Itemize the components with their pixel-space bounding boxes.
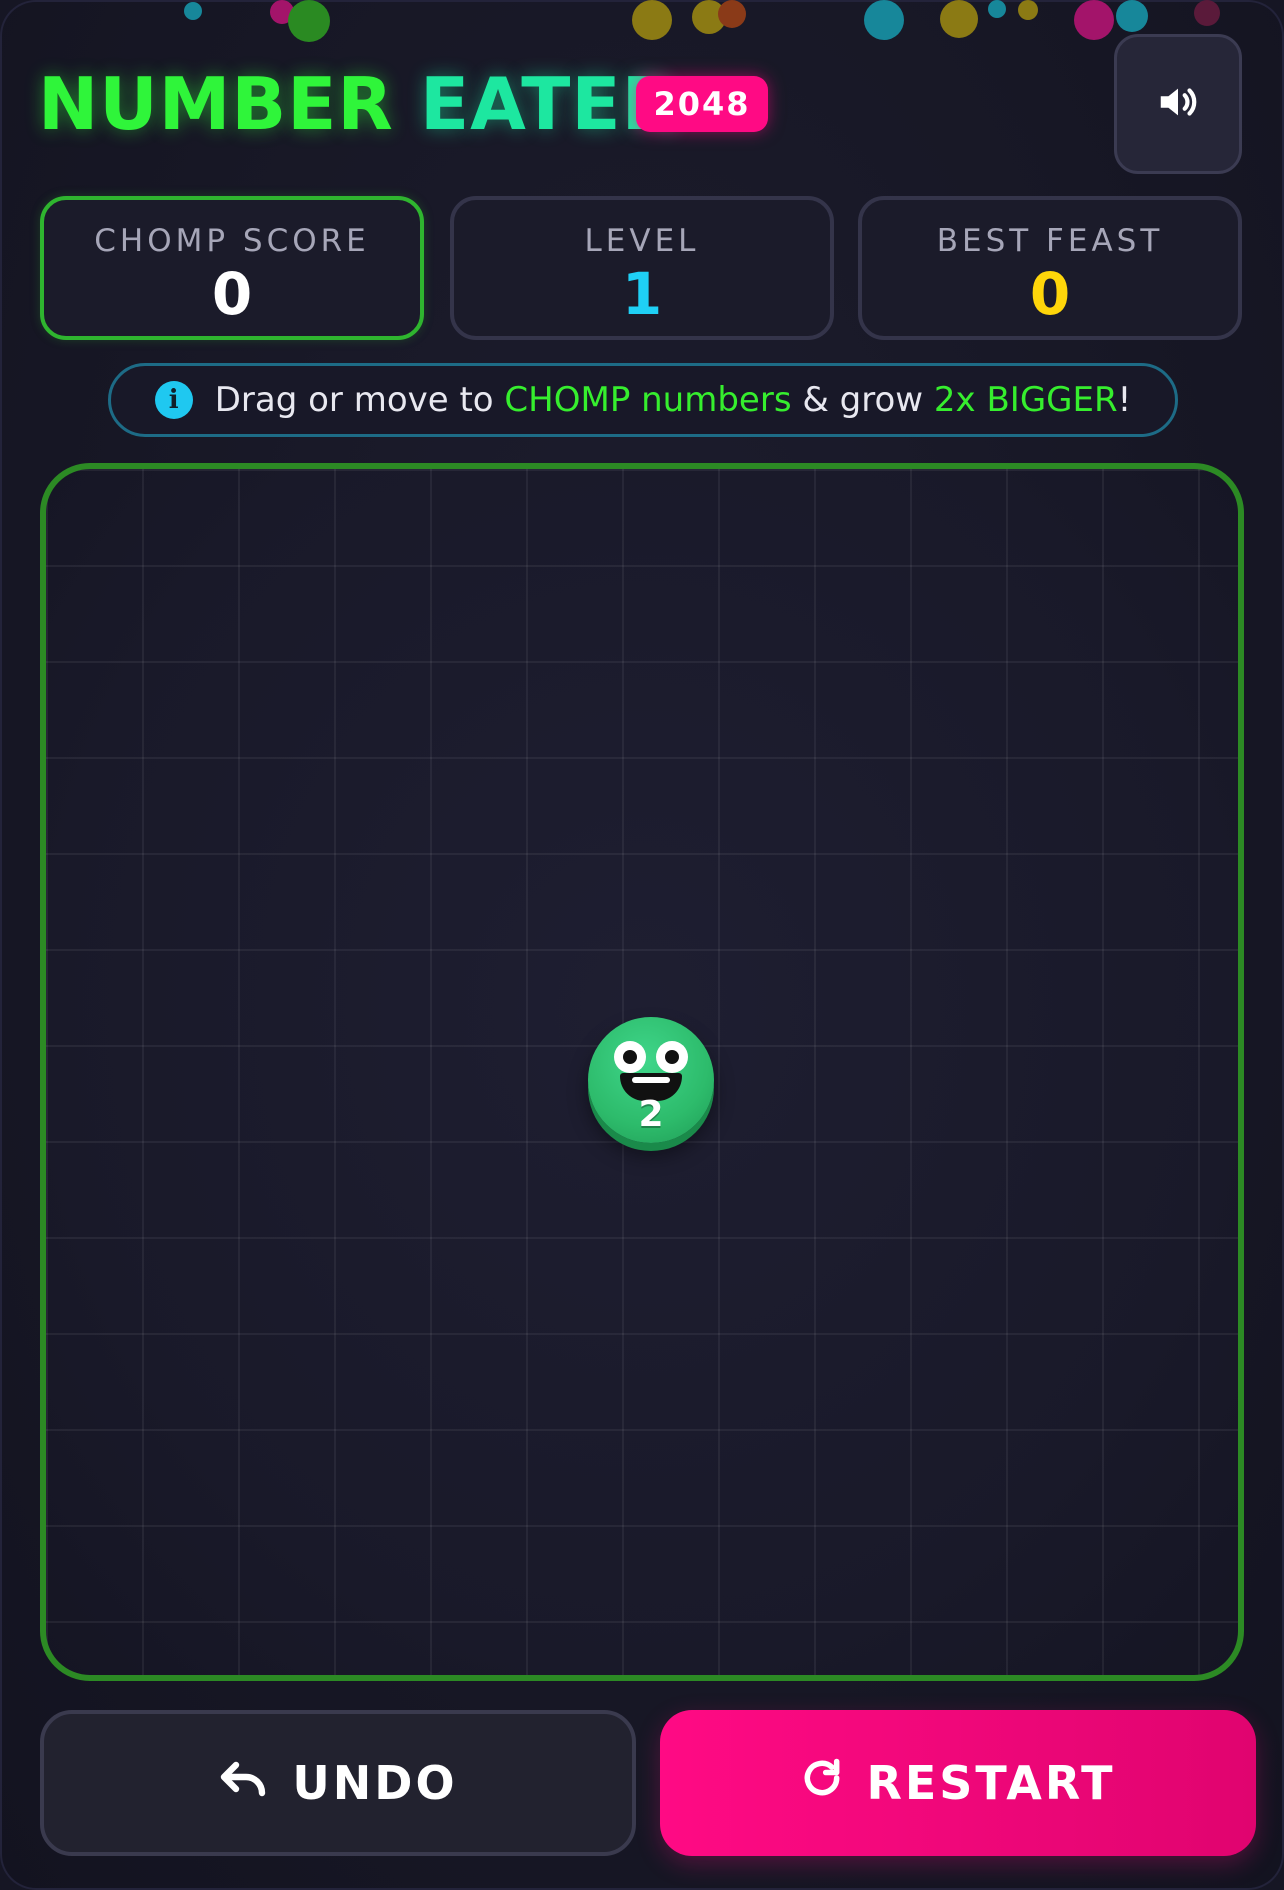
- speaker-volume-icon: [1155, 79, 1201, 129]
- player-value: 2: [638, 1094, 664, 1135]
- stat-label: LEVEL: [584, 223, 700, 259]
- stat-label: CHOMP SCORE: [94, 223, 370, 259]
- stat-chomp-score: CHOMP SCORE 0: [40, 196, 424, 340]
- stat-best-feast: BEST FEAST 0: [858, 196, 1242, 340]
- hint-text-2: & grow: [791, 380, 934, 420]
- stat-value: 0: [1029, 260, 1071, 328]
- confetti-dot: [1018, 0, 1038, 20]
- confetti-dot: [288, 0, 330, 42]
- info-icon: i: [154, 381, 193, 419]
- stat-level: LEVEL 1: [450, 196, 834, 340]
- confetti-dot: [1074, 0, 1114, 40]
- stat-value: 0: [211, 260, 253, 328]
- number-eater-player[interactable]: 2: [588, 1017, 714, 1143]
- stat-value: 1: [621, 260, 663, 328]
- stat-label: BEST FEAST: [936, 223, 1164, 259]
- mode-badge: 2048: [636, 76, 768, 132]
- confetti-dot: [1116, 0, 1148, 32]
- restart-icon: [800, 1756, 866, 1811]
- confetti-dot: [988, 0, 1006, 18]
- restart-button[interactable]: RESTART: [660, 1710, 1256, 1856]
- confetti-dot: [1194, 0, 1220, 26]
- sound-toggle-button[interactable]: [1114, 34, 1242, 174]
- confetti-dot: [940, 0, 978, 38]
- undo-arrow-icon: [218, 1756, 292, 1810]
- hint-highlight-chomp: CHOMP numbers: [504, 380, 792, 420]
- game-title-number: NUMBER: [38, 62, 394, 146]
- undo-label: UNDO: [292, 1756, 458, 1810]
- confetti-dot: [864, 0, 904, 40]
- hint-text-1: Drag or move to: [214, 380, 505, 420]
- game-title: NUMBER EATER: [38, 60, 678, 148]
- undo-button[interactable]: UNDO: [40, 1710, 636, 1856]
- hint-banner: i Drag or move to CHOMP numbers & grow 2…: [108, 363, 1178, 437]
- hint-highlight-bigger: 2x BIGGER: [933, 380, 1118, 420]
- hint-text-3: !: [1117, 380, 1132, 420]
- restart-label: RESTART: [866, 1756, 1116, 1810]
- confetti-dot: [184, 2, 202, 20]
- right-eye-icon: [656, 1041, 688, 1073]
- game-frame: NUMBER EATER 2048 CHOMP SCORE 0 LEVEL 1 …: [0, 0, 1284, 1890]
- confetti-dot: [718, 0, 746, 28]
- left-eye-icon: [614, 1041, 646, 1073]
- confetti-dot: [632, 0, 672, 40]
